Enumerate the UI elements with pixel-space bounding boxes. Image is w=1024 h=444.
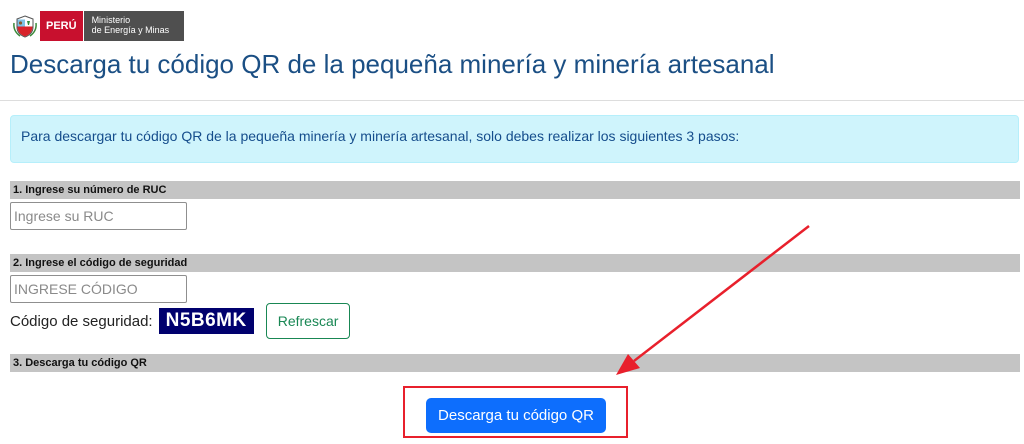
logo-ministry-line2: de Energía y Minas (91, 25, 170, 35)
instructions-alert: Para descargar tu código QR de la pequeñ… (10, 115, 1019, 163)
captcha-label: Código de seguridad: (10, 312, 153, 330)
ministry-logo: PERÚ Ministerio de Energía y Minas (10, 11, 184, 41)
download-qr-button[interactable]: Descarga tu código QR (426, 398, 606, 433)
step3-header: 3. Descarga tu código QR (10, 354, 1020, 372)
step1-header: 1. Ingrese su número de RUC (10, 181, 1020, 199)
peru-coat-of-arms-icon (10, 11, 40, 41)
logo-country: PERÚ (40, 11, 83, 41)
logo-ministry-line1: Ministerio (91, 15, 131, 25)
page-title: Descarga tu código QR de la pequeña mine… (10, 49, 775, 79)
header-divider (0, 100, 1024, 101)
security-code-input[interactable] (10, 275, 187, 303)
captcha-code: N5B6MK (158, 308, 254, 334)
step2-header: 2. Ingrese el código de seguridad (10, 254, 1020, 272)
refresh-button[interactable]: Refrescar (265, 303, 351, 339)
logo-ministry: Ministerio de Energía y Minas (82, 11, 184, 41)
captcha-row: Código de seguridad: N5B6MK Refrescar (10, 303, 351, 339)
ruc-input[interactable] (10, 202, 187, 230)
